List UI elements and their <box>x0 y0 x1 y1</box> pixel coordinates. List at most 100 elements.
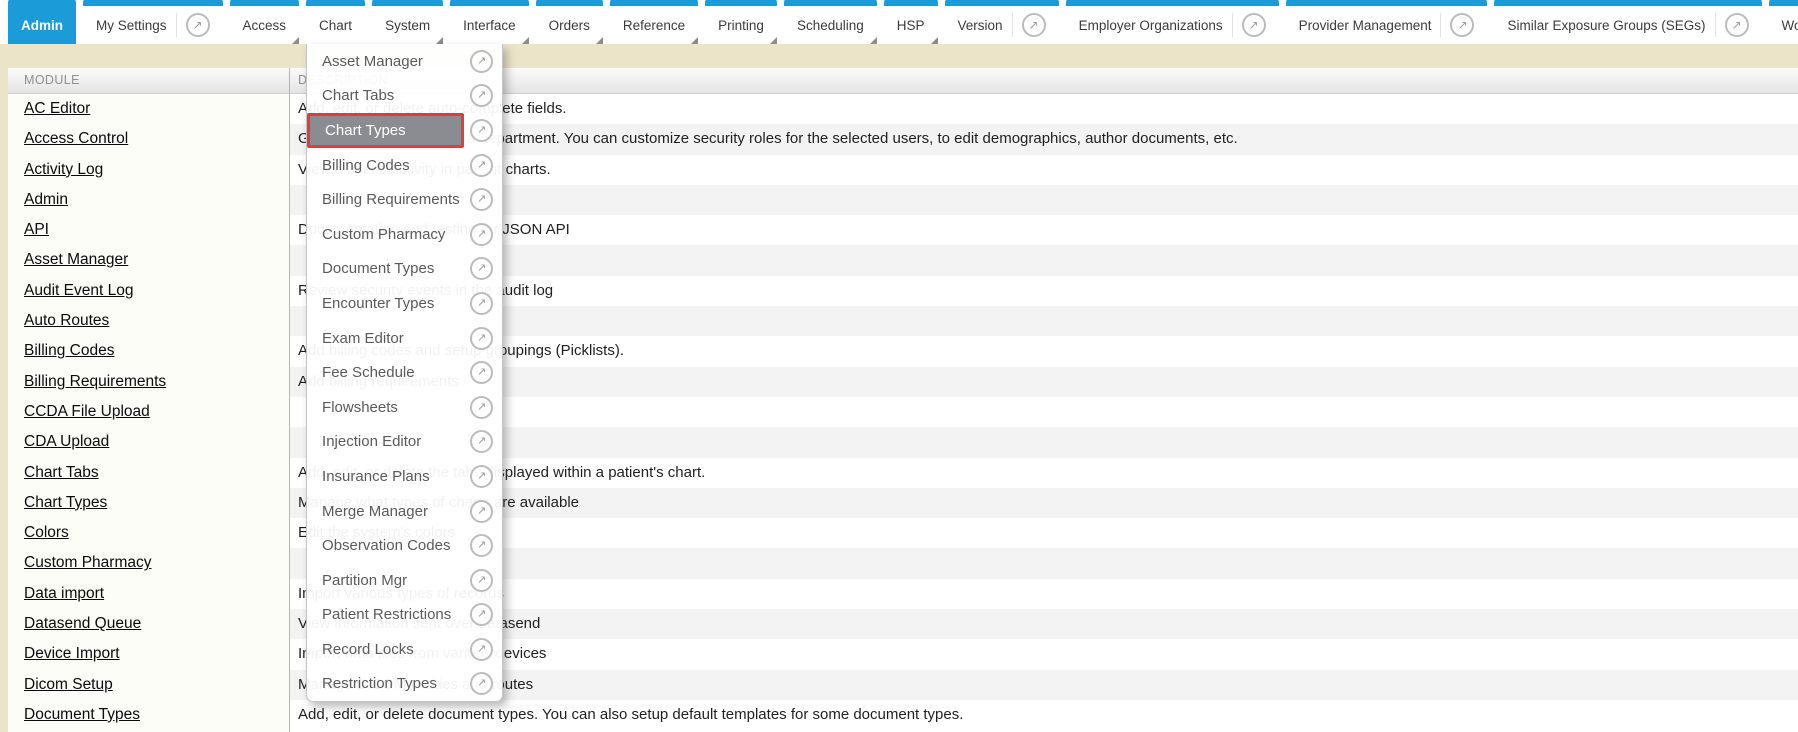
external-link-icon[interactable]: ↗ <box>470 257 493 280</box>
sidebar-item-asset-manager[interactable]: Asset Manager <box>8 245 289 275</box>
tab-reference[interactable]: Reference <box>610 0 698 44</box>
description-row: Manage DICOM entities and routes <box>290 670 1798 700</box>
sidebar-item-auto-routes[interactable]: Auto Routes <box>8 306 289 336</box>
menu-item-exam-editor[interactable]: Exam Editor↗ <box>307 321 502 356</box>
sidebar-item-audit-event-log[interactable]: Audit Event Log <box>8 276 289 306</box>
sidebar-item-api[interactable]: API <box>8 215 289 245</box>
external-link-icon[interactable]: ↗ <box>470 119 493 142</box>
external-link-icon[interactable]: ↗ <box>470 396 493 419</box>
menu-item-record-locks[interactable]: Record Locks↗ <box>307 632 502 667</box>
menu-item-chart-types[interactable]: Chart Types↗ <box>307 113 502 148</box>
chart-dropdown-menu: Asset Manager↗ Chart Tabs↗ Chart Types↗ … <box>306 44 503 702</box>
external-link-icon[interactable]: ↗ <box>1012 13 1046 37</box>
tab-my-settings[interactable]: My Settings↗ <box>83 0 223 44</box>
menu-item-flowsheets[interactable]: Flowsheets↗ <box>307 390 502 425</box>
description-row <box>290 548 1798 578</box>
external-link-icon[interactable]: ↗ <box>470 50 493 73</box>
external-link-icon[interactable]: ↗ <box>470 638 493 661</box>
tab-version[interactable]: Version↗ <box>945 0 1059 44</box>
external-link-icon[interactable]: ↗ <box>470 603 493 626</box>
description-row: View information sent over datasend <box>290 609 1798 639</box>
sidebar-item-colors[interactable]: Colors <box>8 518 289 548</box>
tab-access[interactable]: Access <box>230 0 300 44</box>
description-row: Import data files from various devices <box>290 639 1798 669</box>
description-row: Add, edit, or delete auto-complete field… <box>290 94 1798 124</box>
external-link-icon[interactable]: ↗ <box>470 465 493 488</box>
description-panel: DESCRIPTION Add, edit, or delete auto-co… <box>290 68 1798 732</box>
tab-scheduling[interactable]: Scheduling <box>784 0 877 44</box>
menu-item-merge-manager[interactable]: Merge Manager↗ <box>307 494 502 529</box>
external-link-icon[interactable]: ↗ <box>1715 13 1749 37</box>
sidebar-item-datasend-queue[interactable]: Datasend Queue <box>8 609 289 639</box>
menu-item-restriction-types[interactable]: Restriction Types↗ <box>307 667 502 702</box>
menu-item-document-types[interactable]: Document Types↗ <box>307 252 502 287</box>
sidebar-item-access-control[interactable]: Access Control <box>8 124 289 154</box>
sidebar-item-admin[interactable]: Admin <box>8 185 289 215</box>
sidebar-item-cda-upload[interactable]: CDA Upload <box>8 427 289 457</box>
external-link-icon[interactable]: ↗ <box>470 361 493 384</box>
description-header: DESCRIPTION <box>290 68 1798 94</box>
external-link-icon[interactable]: ↗ <box>1232 13 1266 37</box>
module-header: MODULE <box>8 68 289 94</box>
tab-hsp[interactable]: HSP <box>884 0 938 44</box>
external-link-icon[interactable]: ↗ <box>470 223 493 246</box>
external-link-icon[interactable]: ↗ <box>470 84 493 107</box>
sidebar-item-activity-log[interactable]: Activity Log <box>8 155 289 185</box>
external-link-icon[interactable]: ↗ <box>470 292 493 315</box>
tab-employer-organizations[interactable]: Employer Organizations↗ <box>1066 0 1279 44</box>
tab-printing[interactable]: Printing <box>705 0 777 44</box>
external-link-icon[interactable]: ↗ <box>470 154 493 177</box>
module-sidebar: MODULE AC Editor Access Control Activity… <box>8 68 290 732</box>
external-link-icon[interactable]: ↗ <box>470 672 493 695</box>
menu-item-billing-requirements[interactable]: Billing Requirements↗ <box>307 182 502 217</box>
menu-item-fee-schedule[interactable]: Fee Schedule↗ <box>307 355 502 390</box>
description-row: Add, edit, or delete the tabs displayed … <box>290 458 1798 488</box>
admin-page: MODULE AC Editor Access Control Activity… <box>0 0 1798 732</box>
tab-orders[interactable]: Orders <box>536 0 603 44</box>
dropdown-fold-icon <box>770 37 777 44</box>
sidebar-item-chart-tabs[interactable]: Chart Tabs <box>8 458 289 488</box>
tab-chart[interactable]: Chart Asset Manager↗ Chart Tabs↗ Chart T… <box>306 0 365 44</box>
description-row <box>290 306 1798 336</box>
top-tab-bar: Admin My Settings↗ Access Chart Asset Ma… <box>0 0 1798 44</box>
sidebar-item-ccda-file-upload[interactable]: CCDA File Upload <box>8 397 289 427</box>
external-link-icon[interactable]: ↗ <box>470 430 493 453</box>
external-link-icon[interactable]: ↗ <box>470 500 493 523</box>
tab-system[interactable]: System <box>372 0 443 44</box>
sidebar-item-dicom-setup[interactable]: Dicom Setup <box>8 670 289 700</box>
menu-item-asset-manager[interactable]: Asset Manager↗ <box>307 44 502 79</box>
tab-similar-exposure-groups[interactable]: Similar Exposure Groups (SEGs)↗ <box>1494 0 1761 44</box>
sidebar-item-billing-requirements[interactable]: Billing Requirements <box>8 367 289 397</box>
menu-item-insurance-plans[interactable]: Insurance Plans↗ <box>307 459 502 494</box>
menu-item-patient-restrictions[interactable]: Patient Restrictions↗ <box>307 598 502 633</box>
sidebar-item-chart-types[interactable]: Chart Types <box>8 488 289 518</box>
external-link-icon[interactable]: ↗ <box>470 569 493 592</box>
external-link-icon[interactable]: ↗ <box>1440 13 1474 37</box>
menu-item-observation-codes[interactable]: Observation Codes↗ <box>307 528 502 563</box>
menu-item-billing-codes[interactable]: Billing Codes↗ <box>307 148 502 183</box>
external-link-icon[interactable]: ↗ <box>176 13 210 37</box>
description-row: Add billing requirements <box>290 367 1798 397</box>
sidebar-item-device-import[interactable]: Device Import <box>8 639 289 669</box>
sidebar-item-document-types[interactable]: Document Types <box>8 700 289 730</box>
menu-item-injection-editor[interactable]: Injection Editor↗ <box>307 425 502 460</box>
menu-item-encounter-types[interactable]: Encounter Types↗ <box>307 286 502 321</box>
tab-interface[interactable]: Interface <box>450 0 529 44</box>
external-link-icon[interactable]: ↗ <box>470 188 493 211</box>
menu-item-partition-mgr[interactable]: Partition Mgr↗ <box>307 563 502 598</box>
dropdown-fold-icon <box>522 37 529 44</box>
menu-item-chart-tabs[interactable]: Chart Tabs↗ <box>307 79 502 114</box>
external-link-icon[interactable]: ↗ <box>470 534 493 557</box>
dropdown-fold-icon <box>691 37 698 44</box>
description-rows: Add, edit, or delete auto-complete field… <box>290 94 1798 730</box>
description-row: Give access to a user, or a department. … <box>290 124 1798 154</box>
sidebar-item-billing-codes[interactable]: Billing Codes <box>8 336 289 366</box>
sidebar-item-ac-editor[interactable]: AC Editor <box>8 94 289 124</box>
tab-provider-management[interactable]: Provider Management↗ <box>1286 0 1488 44</box>
sidebar-item-custom-pharmacy[interactable]: Custom Pharmacy <box>8 548 289 578</box>
menu-item-custom-pharmacy[interactable]: Custom Pharmacy↗ <box>307 217 502 252</box>
external-link-icon[interactable]: ↗ <box>470 327 493 350</box>
sidebar-item-data-import[interactable]: Data import <box>8 579 289 609</box>
tab-work-locations[interactable]: Work Locations↗ <box>1769 0 1798 44</box>
tab-admin[interactable]: Admin <box>8 0 76 44</box>
